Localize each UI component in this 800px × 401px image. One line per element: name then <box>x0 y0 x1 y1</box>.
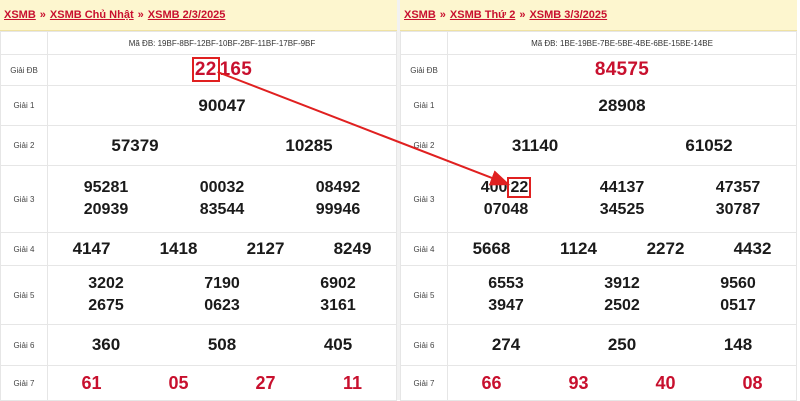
prize-3-number: 07048 <box>483 201 529 218</box>
prize-3-number: 34525 <box>599 201 645 218</box>
prize-3-number: 08492 <box>315 179 361 196</box>
prize-3-number: 95281 <box>83 179 129 196</box>
prize-6-number: 250 <box>607 335 637 354</box>
breadcrumb-link-xsmb[interactable]: XSMB <box>4 9 36 21</box>
prize-3-number: 47357 <box>715 179 761 196</box>
breadcrumb-link-day[interactable]: XSMB Thứ 2 <box>450 9 515 21</box>
prize-4-number: 2127 <box>246 239 285 258</box>
breadcrumb-link-xsmb[interactable]: XSMB <box>404 9 436 21</box>
prize-label-7: Giải 7 <box>0 365 48 401</box>
prize-3-number: 44137 <box>599 179 645 196</box>
prize-7-number: 11 <box>342 372 363 393</box>
prize-label-1: Giải 1 <box>0 85 48 126</box>
prize-5-number: 3947 <box>488 297 524 314</box>
prize-4-number: 4432 <box>733 239 772 258</box>
prize-3-prefix: 400 <box>480 179 508 196</box>
special-prize-rest: 165 <box>219 59 253 80</box>
prize-label-5: Giải 5 <box>0 265 48 325</box>
breadcrumb-link-date[interactable]: XSMB 3/3/2025 <box>529 9 607 21</box>
prize-4-number: 2272 <box>646 239 685 258</box>
breadcrumb-separator-icon: » <box>519 9 526 21</box>
special-prize-number: 84575 <box>594 59 650 80</box>
prize-5-number: 2502 <box>604 297 640 314</box>
prize-5-number: 3161 <box>320 297 356 314</box>
prize-4-number: 5668 <box>472 239 511 258</box>
prize-7-number: 40 <box>655 372 676 393</box>
prize-5-number: 0517 <box>720 297 756 314</box>
breadcrumb-separator-icon: » <box>39 9 46 21</box>
prize-2-number: 57379 <box>111 135 159 155</box>
prize-7-number: 66 <box>481 372 502 393</box>
prize-5-number: 2675 <box>88 297 124 314</box>
prize-3-number: 30787 <box>715 201 761 218</box>
prize-2-number: 31140 <box>511 135 559 155</box>
prize-1-number: 28908 <box>598 95 646 115</box>
results-panel-right: XSMB » XSMB Thứ 2 » XSMB 3/3/2025 Mã ĐB:… <box>400 0 797 401</box>
prize-3-number-highlighted: 400 22 <box>448 177 564 198</box>
prize-label-1: Giải 1 <box>400 85 448 126</box>
prize-2-number: 10285 <box>285 135 333 155</box>
prize-6-number: 508 <box>207 335 237 354</box>
prize-label-3: Giải 3 <box>400 165 448 233</box>
prize-3-number: 83544 <box>199 201 245 218</box>
prize-label-2: Giải 2 <box>400 125 448 166</box>
ma-db-code: Mã ĐB: 1BE-19BE-7BE-5BE-4BE-6BE-15BE-14B… <box>447 31 797 55</box>
prize-5-number: 3202 <box>88 275 124 292</box>
ma-db-code: Mã ĐB: 19BF-8BF-12BF-10BF-2BF-11BF-17BF-… <box>47 31 397 55</box>
prize-6-number: 148 <box>723 335 753 354</box>
prize-label-6: Giải 6 <box>0 324 48 366</box>
prize-4-number: 1124 <box>560 239 597 258</box>
results-panel-left: XSMB » XSMB Chủ Nhật » XSMB 2/3/2025 Mã … <box>0 0 397 401</box>
breadcrumb: XSMB » XSMB Thứ 2 » XSMB 3/3/2025 <box>400 0 797 31</box>
results-table: Mã ĐB: 19BF-8BF-12BF-10BF-2BF-11BF-17BF-… <box>0 31 397 401</box>
prize-7-number: 27 <box>255 372 276 393</box>
prize-3-number: 20939 <box>83 201 129 218</box>
prize-label-3: Giải 3 <box>0 165 48 233</box>
breadcrumb: XSMB » XSMB Chủ Nhật » XSMB 2/3/2025 <box>0 0 397 31</box>
prize-label-4: Giải 4 <box>0 232 48 266</box>
prize-6-number: 274 <box>491 335 521 354</box>
prize-label-6: Giải 6 <box>400 324 448 366</box>
prize-db-cell: 22 165 <box>47 54 397 86</box>
breadcrumb-separator-icon: » <box>137 9 144 21</box>
prize-2-number: 61052 <box>685 135 733 155</box>
prize-label-5: Giải 5 <box>400 265 448 325</box>
prize-label-7: Giải 7 <box>400 365 448 401</box>
prize-label-2: Giải 2 <box>0 125 48 166</box>
prize-5-number: 9560 <box>720 275 756 292</box>
prize-4-number: 1418 <box>159 239 198 258</box>
prize-label-4: Giải 4 <box>400 232 448 266</box>
prize-label-db: Giải ĐB <box>0 54 48 86</box>
prize-7-number: 05 <box>168 372 189 393</box>
breadcrumb-link-day[interactable]: XSMB Chủ Nhật <box>50 9 134 21</box>
prize-5-number: 7190 <box>204 275 240 292</box>
prize-5-number: 6902 <box>320 275 356 292</box>
prize-5-number: 0623 <box>204 297 240 314</box>
breadcrumb-separator-icon: » <box>439 9 446 21</box>
prize-3-number: 99946 <box>315 201 361 218</box>
prize-1-number: 90047 <box>198 95 246 115</box>
prize-6-number: 405 <box>323 335 353 354</box>
prize-7-number: 08 <box>742 372 763 393</box>
prize-4-number: 4147 <box>72 239 111 258</box>
prize-3-number: 00032 <box>199 179 245 196</box>
prize-6-number: 360 <box>91 335 121 354</box>
prize-7-number: 93 <box>568 372 589 393</box>
special-prize-highlight: 22 <box>191 57 220 82</box>
prize-5-number: 3912 <box>604 275 640 292</box>
prize-7-number: 61 <box>81 372 102 393</box>
breadcrumb-link-date[interactable]: XSMB 2/3/2025 <box>148 9 226 21</box>
results-table: Mã ĐB: 1BE-19BE-7BE-5BE-4BE-6BE-15BE-14B… <box>400 31 797 401</box>
prize-5-number: 6553 <box>488 275 524 292</box>
prize-4-number: 8249 <box>333 239 372 258</box>
prize-label-db: Giải ĐB <box>400 54 448 86</box>
prize-3-highlight: 22 <box>507 177 532 198</box>
